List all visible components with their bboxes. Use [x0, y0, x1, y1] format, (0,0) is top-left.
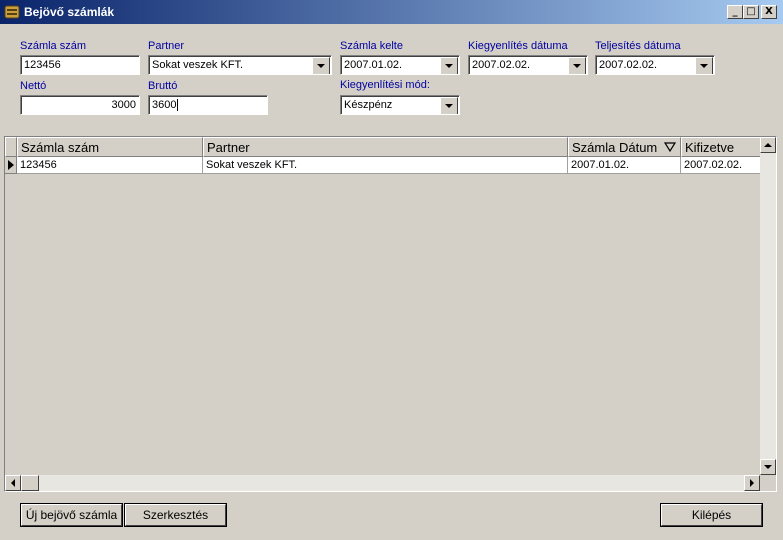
kiegyenlitesi-mod-value: Készpénz [344, 99, 393, 111]
table-cell-szamla-szam[interactable]: 123456 [17, 157, 203, 174]
kiegyenlites-datuma-value: 2007.02.02. [472, 59, 531, 71]
brutto-value: 3600 [152, 99, 177, 111]
scroll-right-button[interactable] [744, 475, 760, 491]
new-invoice-button[interactable]: Új bejövő számla [21, 504, 122, 526]
minimize-button[interactable]: _ [727, 5, 743, 19]
scrollbar-corner [760, 475, 776, 491]
maximize-button[interactable]: □ [743, 5, 759, 19]
chevron-left-icon [11, 479, 15, 487]
close-button[interactable]: X [761, 5, 777, 19]
scroll-down-button[interactable] [760, 459, 776, 475]
chevron-right-icon [750, 479, 754, 487]
partner-value: Sokat veszek KFT. [152, 59, 244, 71]
horizontal-scroll-thumb[interactable] [21, 475, 39, 491]
app-icon [4, 5, 20, 19]
chevron-up-icon [764, 143, 772, 147]
szamla-kelte-value: 2007.01.02. [344, 59, 403, 71]
szamla-szam-label: Számla szám [20, 40, 87, 52]
chevron-down-icon[interactable] [312, 57, 330, 74]
netto-input[interactable]: 3000 [20, 95, 140, 115]
partner-select[interactable]: Sokat veszek KFT. [148, 55, 332, 75]
chevron-down-icon[interactable] [440, 57, 458, 74]
kiegyenlitesi-mod-label: Kiegyenlítési mód: [340, 79, 430, 91]
row-indicator-header [5, 137, 17, 157]
szamla-kelte-picker[interactable]: 2007.01.02. [340, 55, 460, 75]
table-cell-partner[interactable]: Sokat veszek KFT. [203, 157, 568, 174]
chevron-down-icon[interactable] [440, 97, 458, 114]
kiegyenlites-datuma-label: Kiegyenlítés dátuma [468, 40, 568, 52]
text-cursor [177, 99, 179, 112]
table-cell-szamla-datum[interactable]: 2007.01.02. [568, 157, 681, 174]
exit-button[interactable]: Kilépés [661, 504, 762, 526]
kiegyenlites-datuma-picker[interactable]: 2007.02.02. [468, 55, 588, 75]
current-row-arrow-icon [8, 160, 14, 170]
partner-label: Partner [148, 40, 185, 52]
chevron-down-icon[interactable] [695, 57, 713, 74]
teljesites-datuma-picker[interactable]: 2007.02.02. [595, 55, 715, 75]
title-bar [0, 0, 783, 24]
column-header-kifizetve[interactable]: Kifizetve [681, 137, 761, 157]
chevron-down-icon [764, 465, 772, 469]
szamla-kelte-label: Számla kelte [340, 40, 403, 52]
vertical-scrollbar[interactable] [760, 137, 776, 475]
netto-label: Nettó [20, 80, 47, 92]
teljesites-datuma-value: 2007.02.02. [599, 59, 658, 71]
window-title: Bejövő számlák [24, 5, 115, 19]
scroll-left-button[interactable] [5, 475, 21, 491]
edit-button[interactable]: Szerkesztés [125, 504, 226, 526]
kiegyenlitesi-mod-select[interactable]: Készpénz [340, 95, 460, 115]
invoice-grid[interactable]: Számla szám Partner Számla Dátum Kifizet… [4, 136, 777, 492]
brutto-input[interactable]: 3600 [148, 95, 268, 115]
brutto-label: Bruttó [148, 80, 178, 92]
column-header-szamla-szam[interactable]: Számla szám [17, 137, 203, 157]
szamla-datum-header-label: Számla Dátum [572, 140, 658, 155]
scroll-up-button[interactable] [760, 137, 776, 153]
sort-descending-icon [664, 142, 676, 152]
grid-body [5, 157, 758, 476]
chevron-down-icon[interactable] [568, 57, 586, 74]
szamla-szam-input[interactable]: 123456 [20, 55, 140, 75]
teljesites-datuma-label: Teljesítés dátuma [595, 40, 681, 52]
row-indicator[interactable] [5, 157, 17, 174]
horizontal-scrollbar[interactable] [5, 475, 760, 491]
column-header-partner[interactable]: Partner [203, 137, 568, 157]
table-cell-kifizetve[interactable]: 2007.02.02. [681, 157, 761, 174]
column-header-szamla-datum[interactable]: Számla Dátum [568, 137, 681, 157]
